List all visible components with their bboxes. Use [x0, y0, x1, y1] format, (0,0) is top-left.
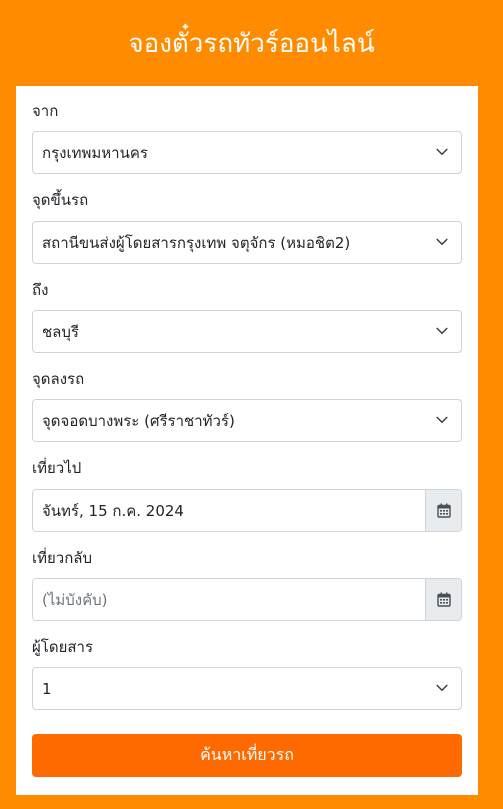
from-select[interactable]: กรุงเทพมหานคร — [32, 131, 462, 174]
chevron-down-icon — [436, 683, 448, 691]
dropoff-point-value: จุดจอดบางพระ (ศรีราชาทัวร์) — [42, 411, 235, 430]
chevron-down-icon — [436, 147, 448, 155]
boarding-point-select[interactable]: สถานีขนส่งผู้โดยสารกรุงเทพ จตุจักร (หมอช… — [32, 221, 462, 264]
depart-date-input[interactable]: จันทร์, 15 ก.ค. 2024 — [33, 490, 425, 531]
to-label-text: ถึง — [32, 281, 49, 299]
to-label: ถึง — [32, 281, 462, 299]
calendar-icon — [436, 592, 451, 607]
chevron-down-icon — [436, 237, 448, 245]
from-label-text: จาก — [32, 102, 59, 120]
from-select-value: กรุงเทพมหานคร — [42, 143, 148, 162]
depart-calendar-button[interactable] — [425, 490, 461, 531]
return-date-input[interactable]: (ไม่บังคับ) — [33, 579, 425, 620]
passengers-select[interactable]: 1 — [32, 667, 462, 710]
passengers-value: 1 — [42, 679, 52, 698]
depart-date-group: จันทร์, 15 ก.ค. 2024 — [32, 489, 462, 532]
chevron-down-icon — [436, 326, 448, 334]
return-label: เที่ยวกลับ — [32, 549, 462, 567]
page-header: จองตั๋วรถทัวร์ออนไลน์ — [0, 0, 503, 86]
passengers-label: ผู้โดยสาร — [32, 638, 462, 656]
booking-form: จาก กรุงเทพมหานคร จุดขึ้นรถ สถานีขนส่งผู… — [16, 86, 478, 795]
calendar-icon — [436, 503, 451, 518]
chevron-down-icon — [436, 415, 448, 423]
return-date-group: (ไม่บังคับ) — [32, 578, 462, 621]
boarding-point-label: จุดขึ้นรถ — [32, 191, 462, 209]
passengers-label-text: ผู้โดยสาร — [32, 638, 94, 656]
depart-label: เที่ยวไป — [32, 459, 462, 477]
depart-label-text: เที่ยวไป — [32, 459, 82, 477]
boarding-point-value: สถานีขนส่งผู้โดยสารกรุงเทพ จตุจักร (หมอช… — [42, 233, 351, 252]
to-select[interactable]: ชลบุรี — [32, 310, 462, 353]
from-label: จาก — [32, 102, 462, 120]
return-calendar-button[interactable] — [425, 579, 461, 620]
dropoff-point-select[interactable]: จุดจอดบางพระ (ศรีราชาทัวร์) — [32, 399, 462, 442]
return-label-text: เที่ยวกลับ — [32, 549, 93, 567]
boarding-point-label-text: จุดขึ้นรถ — [32, 191, 89, 209]
to-select-value: ชลบุรี — [42, 322, 79, 341]
page-title: จองตั๋วรถทัวร์ออนไลน์ — [128, 28, 375, 59]
search-trips-button[interactable]: ค้นหาเที่ยวรถ — [32, 734, 462, 777]
dropoff-point-label-text: จุดลงรถ — [32, 370, 85, 388]
dropoff-point-label: จุดลงรถ — [32, 370, 462, 388]
